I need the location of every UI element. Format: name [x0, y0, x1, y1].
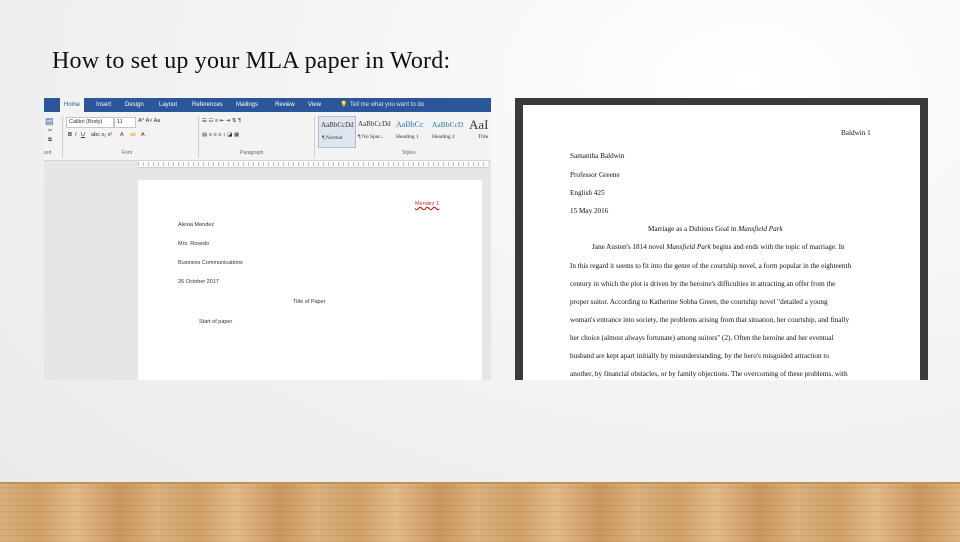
ribbon-tab-bar: Home Insert Design Layout References Mai… — [44, 98, 491, 112]
mla-para-line: proper suitor. According to Katherine So… — [570, 298, 828, 306]
mla-running-header: Baldwin 1 — [841, 129, 871, 137]
mla-course: English 425 — [570, 189, 605, 197]
doc-body: Start of paper — [199, 319, 233, 325]
style-no-spacing[interactable]: AaBbCcDd ¶ No Spac... — [356, 116, 392, 146]
tab-review[interactable]: Review — [275, 98, 295, 112]
underline-icon[interactable]: U — [81, 132, 85, 138]
style-title-preview: AaI — [469, 117, 489, 132]
mla-para-line: husband are kept apart initially by misu… — [570, 352, 829, 360]
style-heading-2[interactable]: AaBbCcD Heading 2 — [430, 116, 466, 146]
group-paragraph-label: Paragraph — [240, 150, 264, 156]
mla-title: Marriage as a Dubious Goal in Mansfield … — [648, 225, 783, 233]
style-heading-1-preview: AaBbCc — [396, 120, 424, 129]
lightbulb-icon: 💡 — [340, 102, 348, 108]
group-font-label: Font — [122, 150, 133, 156]
group-styles-label: Styles — [402, 150, 416, 156]
text-effects-icon[interactable]: A — [120, 132, 124, 138]
divider — [62, 116, 63, 158]
doc-student-name: Alexia Mendez — [178, 222, 215, 228]
style-normal-preview: AaBbCcDd — [321, 121, 354, 129]
doc-title: Title of Paper — [293, 299, 326, 305]
horizontal-ruler[interactable] — [138, 161, 488, 168]
doc-teacher: Mrs. Rosedo — [178, 241, 210, 247]
tab-insert[interactable]: Insert — [96, 98, 111, 112]
divider — [314, 116, 315, 158]
paste-icon[interactable]: ▤ — [45, 116, 54, 127]
style-normal[interactable]: AaBbCcDd ¶ Normal — [318, 116, 356, 148]
style-no-spacing-preview: AaBbCcDd — [358, 120, 391, 128]
italic-icon[interactable]: I — [75, 132, 77, 138]
font-size-value: 11 — [117, 119, 123, 125]
mla-sample-page: Baldwin 1 Samantha Baldwin Professor Gre… — [523, 105, 920, 380]
tab-design[interactable]: Design — [125, 98, 144, 112]
mla-sample-screenshot: Baldwin 1 Samantha Baldwin Professor Gre… — [515, 98, 928, 380]
slide-title: How to set up your MLA paper in Word: — [52, 48, 451, 74]
mla-student-name: Samantha Baldwin — [570, 152, 625, 160]
style-title[interactable]: AaI Title — [468, 116, 491, 146]
document-page[interactable]: Mendez 1 Alexia Mendez Mrs. Rosedo Busin… — [138, 180, 482, 380]
style-title-label: Title — [478, 134, 489, 140]
style-heading-2-preview: AaBbCcD — [432, 120, 464, 129]
strikethrough-icon[interactable]: abc x₂ x² — [91, 132, 112, 138]
style-no-spacing-label: ¶ No Spac... — [358, 134, 385, 140]
style-heading-2-label: Heading 2 — [432, 134, 455, 140]
tab-view[interactable]: View — [308, 98, 321, 112]
font-name-box[interactable]: Calibri (Body) — [66, 117, 114, 128]
mla-para-line: Jane Austen's 1814 novel Mansfield Park … — [592, 243, 845, 251]
bullets-icon[interactable]: ☰ ☷ ≡ ⇤ ⇥ ⇅ ¶ — [202, 118, 241, 124]
wood-floor-decoration — [0, 482, 960, 542]
tab-layout[interactable]: Layout — [159, 98, 177, 112]
mla-para-line: another, by financial obstacles, or by f… — [570, 370, 848, 378]
tab-home[interactable]: Home — [60, 98, 85, 112]
font-color-icon[interactable]: A — [141, 132, 145, 138]
mla-para-line: In this regard it seems to fit into the … — [570, 262, 852, 270]
style-heading-1-label: Heading 1 — [396, 134, 419, 140]
tab-references[interactable]: References — [192, 98, 223, 112]
word-screenshot: Home Insert Design Layout References Mai… — [44, 98, 491, 380]
grow-font-icon[interactable]: A^ A˅ Aa — [138, 118, 160, 124]
bold-icon[interactable]: B — [68, 132, 72, 138]
doc-class: Business Communications — [178, 260, 243, 266]
cut-icon[interactable]: ✂ — [48, 128, 53, 134]
mla-date: 15 May 2016 — [570, 207, 609, 215]
ribbon: ▤ ✂ ⧉ ard Calibri (Body) 11 A^ A˅ Aa B I… — [44, 112, 491, 161]
page-header: Mendez 1 — [415, 201, 440, 207]
highlight-icon[interactable]: ab — [130, 132, 136, 138]
copy-icon[interactable]: ⧉ — [48, 137, 52, 144]
doc-date: 26 October 2017 — [178, 279, 219, 285]
style-heading-1[interactable]: AaBbCc Heading 1 — [394, 116, 430, 146]
mla-para-line: century in which the plot is driven by t… — [570, 280, 836, 288]
align-icons[interactable]: ▤ ≡ ≡ ≡ ↕ ◪ ▦ — [202, 132, 239, 138]
group-clipboard-label: ard — [44, 150, 52, 156]
divider — [198, 116, 199, 158]
mla-para-line: her choice (almost always fortunate) amo… — [570, 334, 834, 342]
mla-professor: Professor Greene — [570, 171, 620, 179]
tell-me-search[interactable]: Tell me what you want to do — [350, 98, 424, 112]
font-size-box[interactable]: 11 — [114, 117, 136, 128]
style-normal-label: ¶ Normal — [322, 135, 343, 141]
font-name-value: Calibri (Body) — [69, 119, 103, 125]
mla-para-line: woman's entrance into society, the probl… — [570, 316, 850, 324]
tab-mailings[interactable]: Mailings — [236, 98, 258, 112]
